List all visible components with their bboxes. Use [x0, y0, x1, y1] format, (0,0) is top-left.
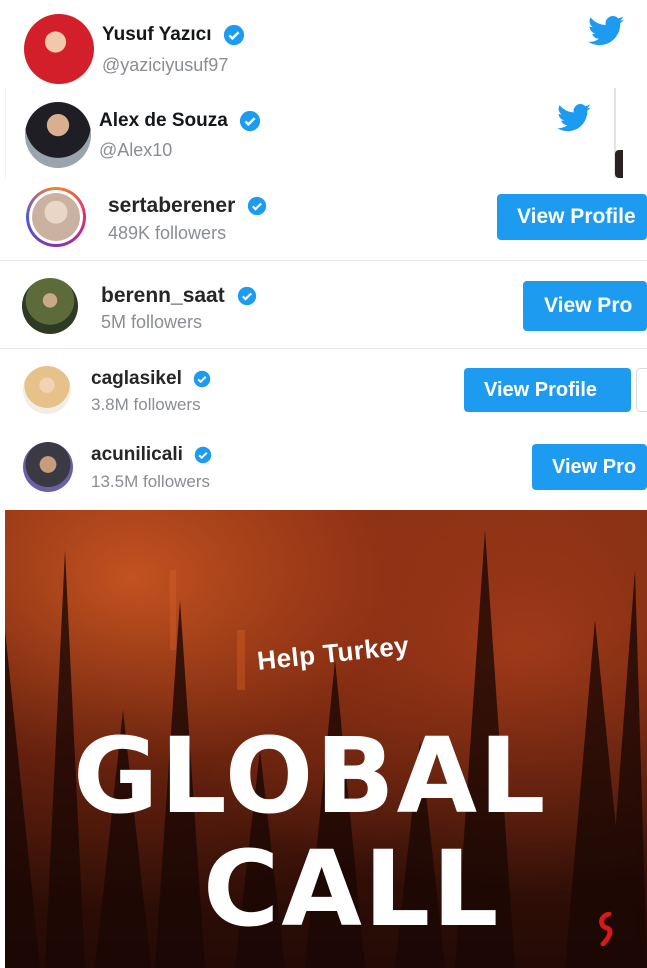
verified-badge-icon: [194, 446, 212, 464]
card-divider: [0, 260, 647, 261]
instagram-profile-row: acunilicali 13.5M followers View Pro: [0, 432, 647, 510]
more-options-button[interactable]: [636, 368, 647, 412]
avatar[interactable]: [23, 442, 73, 492]
verified-badge-icon: [247, 197, 267, 216]
avatar[interactable]: [22, 278, 78, 334]
twitter-bird-icon[interactable]: [588, 16, 624, 46]
author-name[interactable]: Yusuf Yazıcı: [102, 24, 245, 46]
username[interactable]: caglasikel: [91, 368, 211, 390]
view-profile-button[interactable]: View Pro: [532, 444, 647, 490]
verified-badge-icon: [193, 370, 211, 388]
instagram-profile-row: sertaberener 489K followers View Profile: [0, 178, 647, 260]
verified-badge-icon: [237, 287, 256, 306]
card-divider: [0, 348, 647, 349]
view-profile-button[interactable]: View Pro: [523, 281, 647, 331]
twitter-bird-icon[interactable]: [557, 104, 591, 132]
follower-count: 13.5M followers: [91, 472, 211, 491]
poster-headline-1: GLOBAL: [73, 715, 548, 837]
avatar[interactable]: [25, 102, 91, 168]
view-profile-button[interactable]: View Profile: [464, 368, 631, 412]
channel-logo-icon: [599, 912, 613, 946]
username[interactable]: acunilicali: [91, 444, 212, 466]
instagram-profile-row: caglasikel 3.8M followers View Profile: [0, 348, 647, 432]
poster-headline-2: CALL: [203, 828, 501, 950]
verified-badge-icon: [240, 110, 261, 132]
author-handle[interactable]: @yaziciyusuf97: [102, 55, 228, 76]
tweet-card-alex: Alex de Souza @Alex10: [5, 88, 616, 178]
verified-badge-icon: [223, 24, 244, 46]
follower-count: 5M followers: [101, 312, 203, 332]
avatar[interactable]: [23, 366, 71, 414]
avatar[interactable]: [24, 14, 94, 84]
tweet-card-yusuf: Yusuf Yazıcı @yaziciyusuf97: [0, 0, 647, 90]
global-call-poster: Help Turkey GLOBAL CALL: [5, 510, 647, 968]
follower-count: 489K followers: [108, 223, 227, 243]
avatar[interactable]: [26, 187, 86, 247]
instagram-profile-row: berenn_saat 5M followers View Pro: [0, 260, 647, 348]
card-edge-fragment: [615, 150, 623, 178]
username[interactable]: sertaberener: [108, 194, 267, 218]
follower-count: 3.8M followers: [91, 395, 201, 414]
author-handle[interactable]: @Alex10: [99, 140, 172, 161]
author-name[interactable]: Alex de Souza: [99, 110, 261, 132]
view-profile-button[interactable]: View Profile: [497, 194, 647, 240]
username[interactable]: berenn_saat: [101, 284, 257, 308]
